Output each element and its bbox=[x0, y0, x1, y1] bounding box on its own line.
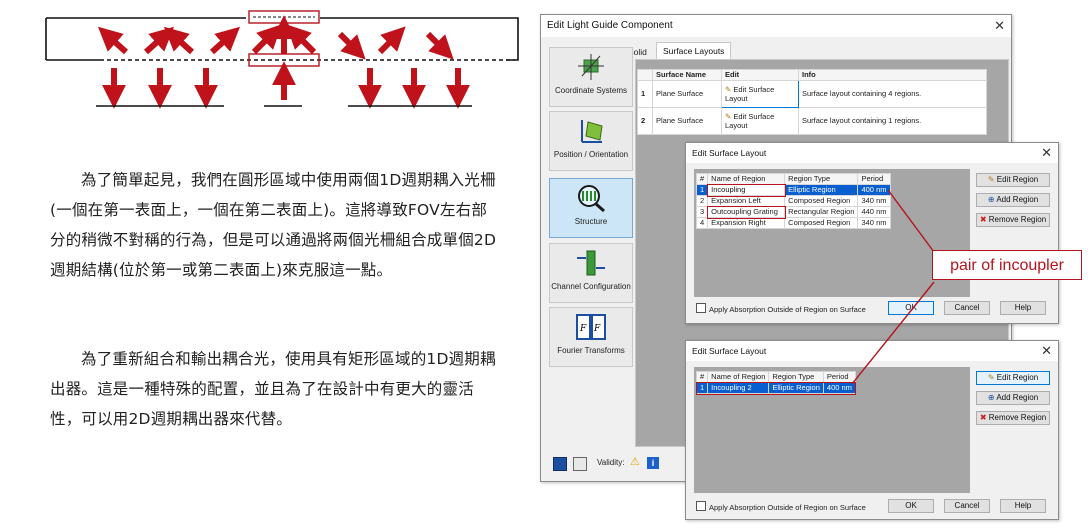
annotation-lines bbox=[851, 189, 935, 385]
annotation-callout: pair of incoupler bbox=[932, 250, 1082, 280]
